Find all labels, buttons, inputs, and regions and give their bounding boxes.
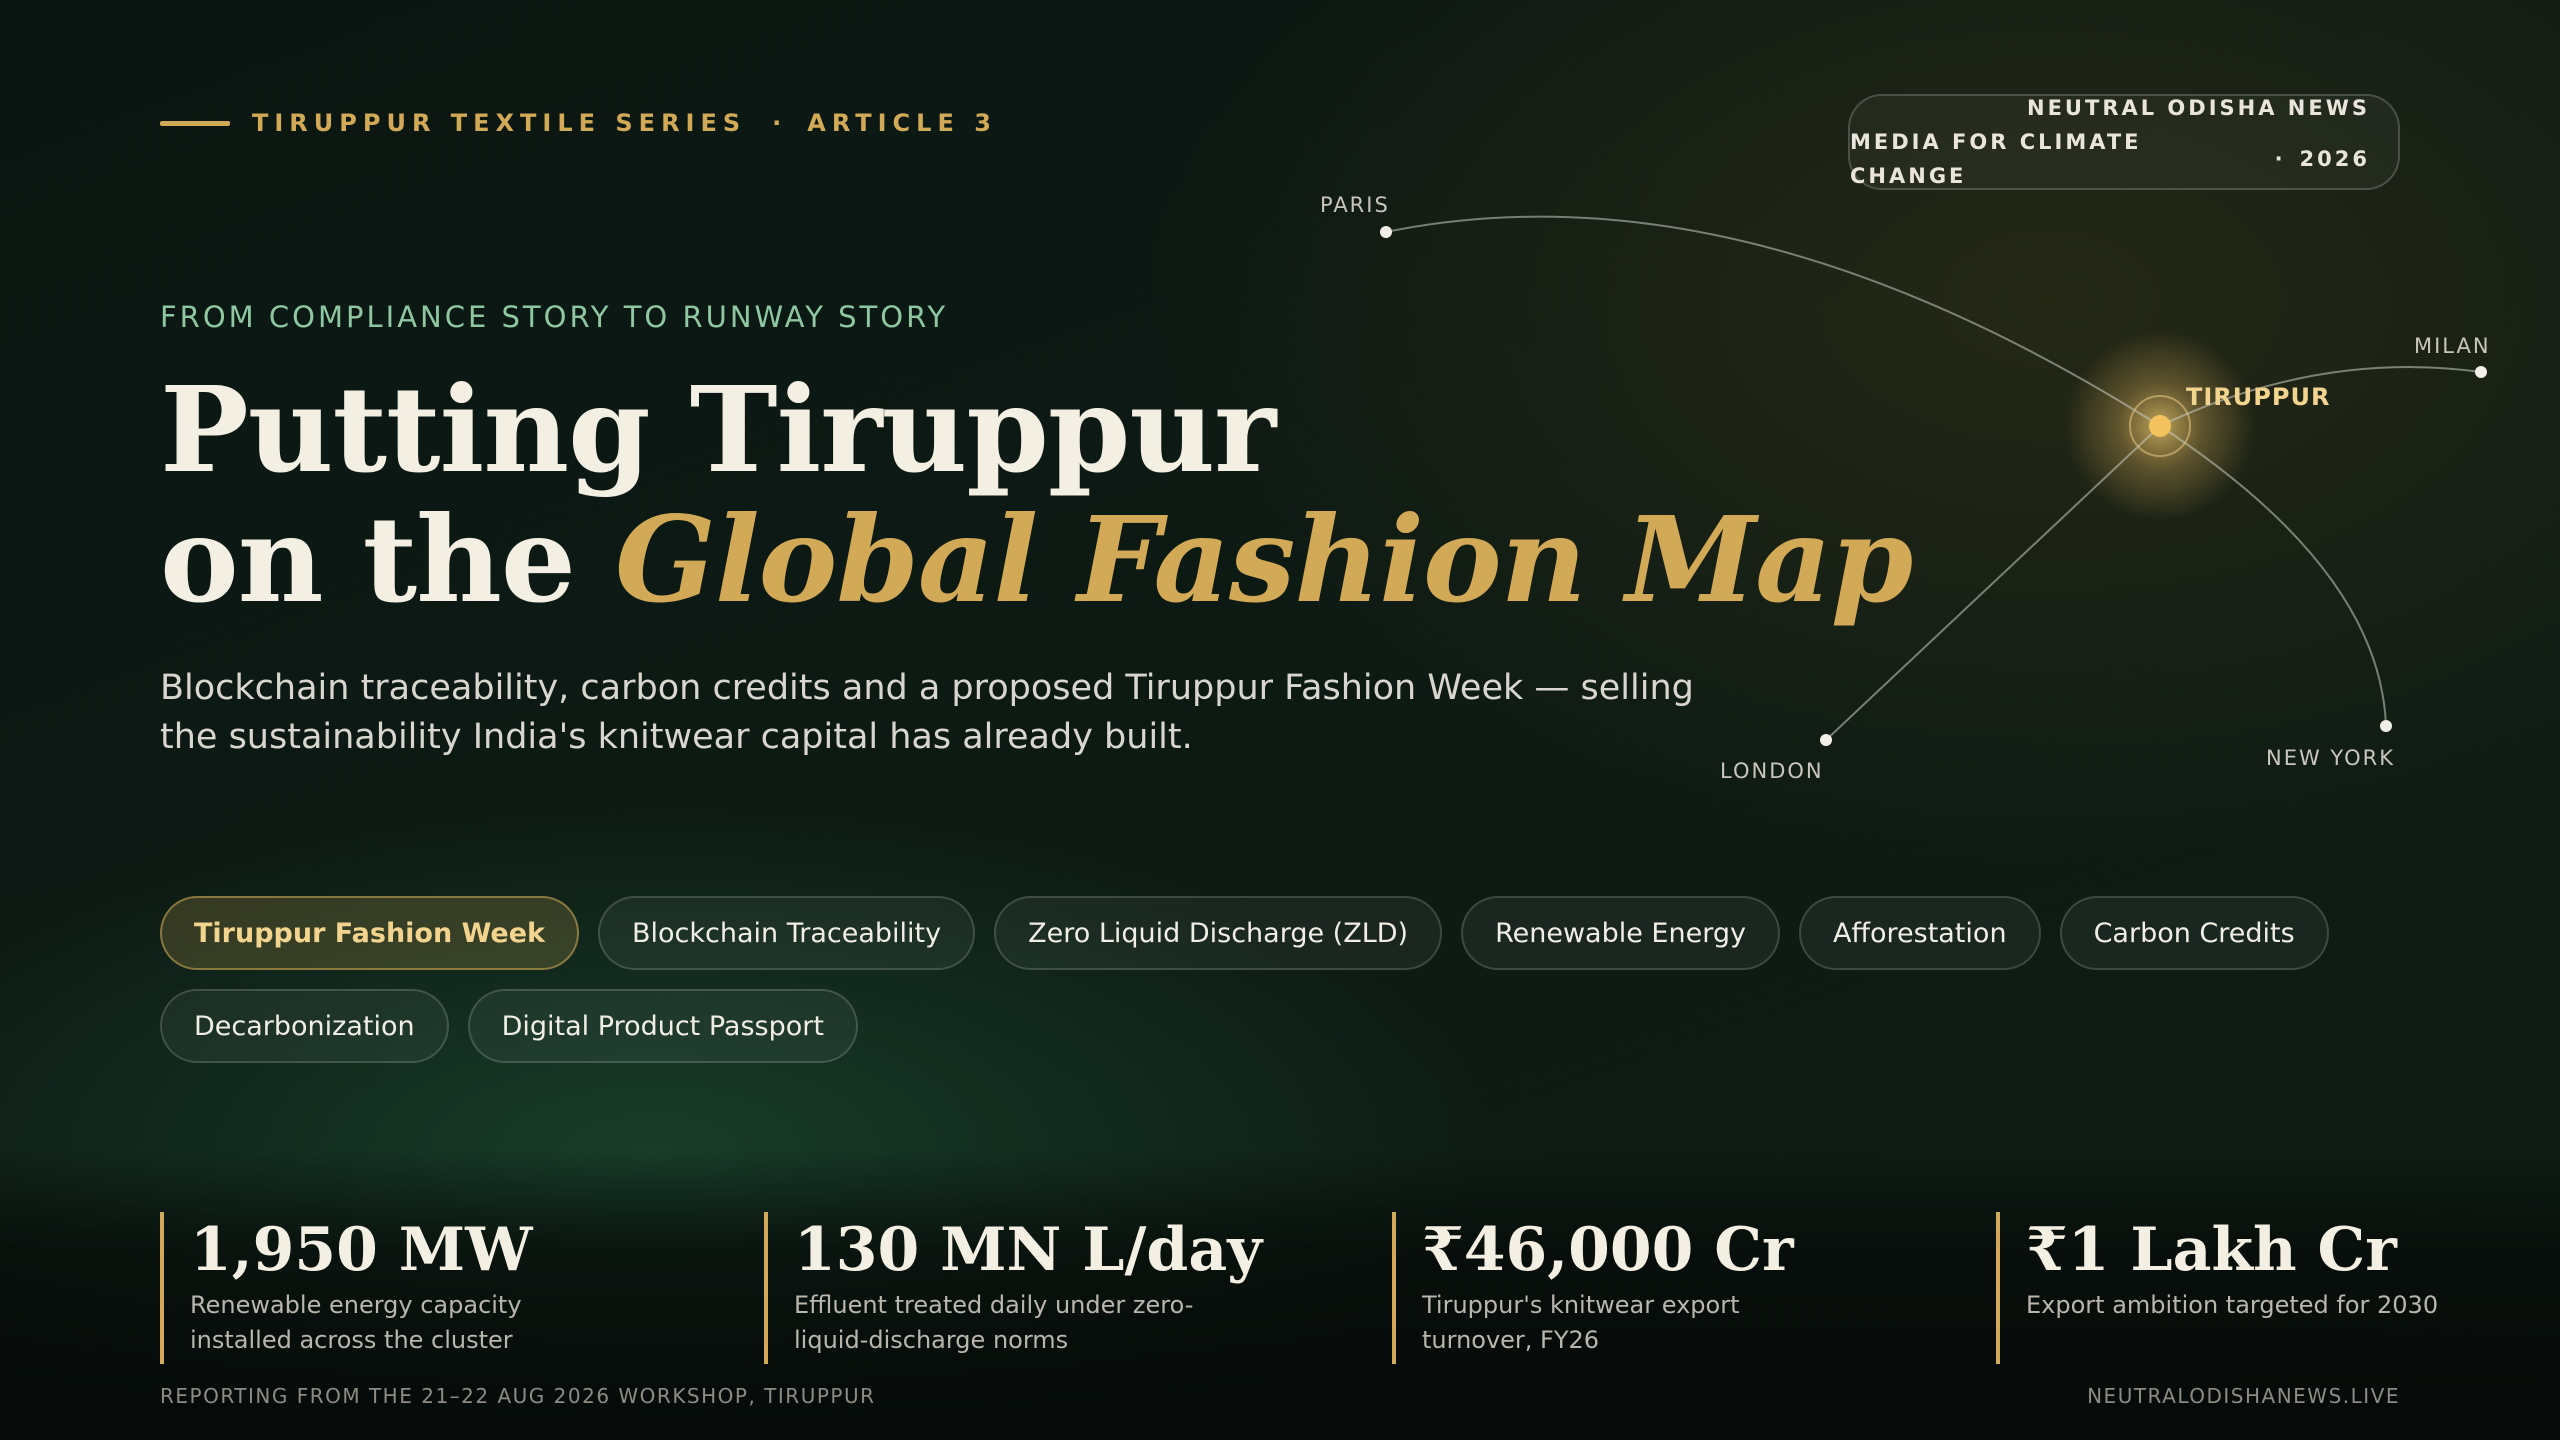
tag-renewable-energy[interactable]: Renewable Energy bbox=[1461, 896, 1780, 970]
kicker-separator: · bbox=[772, 109, 782, 137]
kicker-rule bbox=[160, 120, 230, 126]
title-line-2-prefix: on the bbox=[160, 490, 616, 629]
stat-label: Effluent treated daily under zero-liquid… bbox=[794, 1291, 1194, 1354]
route-london bbox=[1825, 425, 2161, 741]
footer-reporting-note: REPORTING FROM THE 21–22 AUG 2026 WORKSH… bbox=[160, 1384, 876, 1408]
route-map-graphic bbox=[1380, 215, 2487, 746]
milan-marker bbox=[2475, 366, 2487, 378]
footer-site-link[interactable]: NEUTRALODISHANEWS.LIVE bbox=[2087, 1384, 2400, 1408]
city-label-new-york: NEW YORK bbox=[2266, 746, 2395, 770]
new-york-marker bbox=[2380, 720, 2392, 732]
stat-renewable-capacity: 1,950 MW Renewable energy capacity insta… bbox=[160, 1212, 610, 1364]
tag-blockchain-traceability[interactable]: Blockchain Traceability bbox=[598, 896, 976, 970]
tag-tiruppur-fashion-week[interactable]: Tiruppur Fashion Week bbox=[160, 896, 579, 970]
route-map: TIRUPPUR PARIS MILAN LONDON NEW YORK bbox=[1280, 150, 2560, 800]
article-number: ARTICLE 3 bbox=[807, 109, 997, 137]
stat-value: 1,950 MW bbox=[190, 1215, 533, 1285]
stat-value: ₹1 Lakh Cr bbox=[2026, 1215, 2397, 1285]
hub-label: TIRUPPUR bbox=[2186, 383, 2331, 411]
topic-tags: Tiruppur Fashion Week Blockchain Traceab… bbox=[160, 896, 2400, 1082]
paris-marker bbox=[1380, 226, 1392, 238]
brand-name: NEUTRAL ODISHA NEWS bbox=[2027, 96, 2370, 120]
stat-value: ₹46,000 Cr bbox=[1422, 1215, 1794, 1285]
tag-decarbonization[interactable]: Decarbonization bbox=[160, 989, 449, 1063]
london-marker bbox=[1820, 734, 1832, 746]
hub-marker bbox=[2149, 415, 2171, 437]
stat-label: Renewable energy capacity installed acro… bbox=[190, 1291, 522, 1354]
stat-export-ambition: ₹1 Lakh Cr Export ambition targeted for … bbox=[1996, 1212, 2446, 1364]
city-label-paris: PARIS bbox=[1320, 193, 1390, 217]
route-paris bbox=[1385, 215, 2161, 427]
stat-export-turnover: ₹46,000 Cr Tiruppur's knitwear export tu… bbox=[1392, 1212, 1842, 1364]
stat-value: 130 MN L/day bbox=[794, 1215, 1263, 1285]
tag-zero-liquid-discharge[interactable]: Zero Liquid Discharge (ZLD) bbox=[994, 896, 1443, 970]
stat-effluent-treated: 130 MN L/day Effluent treated daily unde… bbox=[764, 1212, 1262, 1364]
tag-carbon-credits[interactable]: Carbon Credits bbox=[2059, 896, 2329, 970]
tag-digital-product-passport[interactable]: Digital Product Passport bbox=[467, 989, 858, 1063]
series-name: TIRUPPUR TEXTILE SERIES bbox=[252, 109, 747, 137]
tag-afforestation[interactable]: Afforestation bbox=[1798, 896, 2041, 970]
city-label-milan: MILAN bbox=[2414, 334, 2491, 358]
stat-label: Export ambition targeted for 2030 bbox=[2026, 1291, 2439, 1319]
series-kicker: TIRUPPUR TEXTILE SERIES · ARTICLE 3 bbox=[160, 108, 997, 138]
stat-label: Tiruppur's knitwear export turnover, FY2… bbox=[1422, 1291, 1740, 1354]
eyebrow: FROM COMPLIANCE STORY TO RUNWAY STORY bbox=[160, 300, 949, 334]
city-label-london: LONDON bbox=[1720, 759, 1824, 783]
